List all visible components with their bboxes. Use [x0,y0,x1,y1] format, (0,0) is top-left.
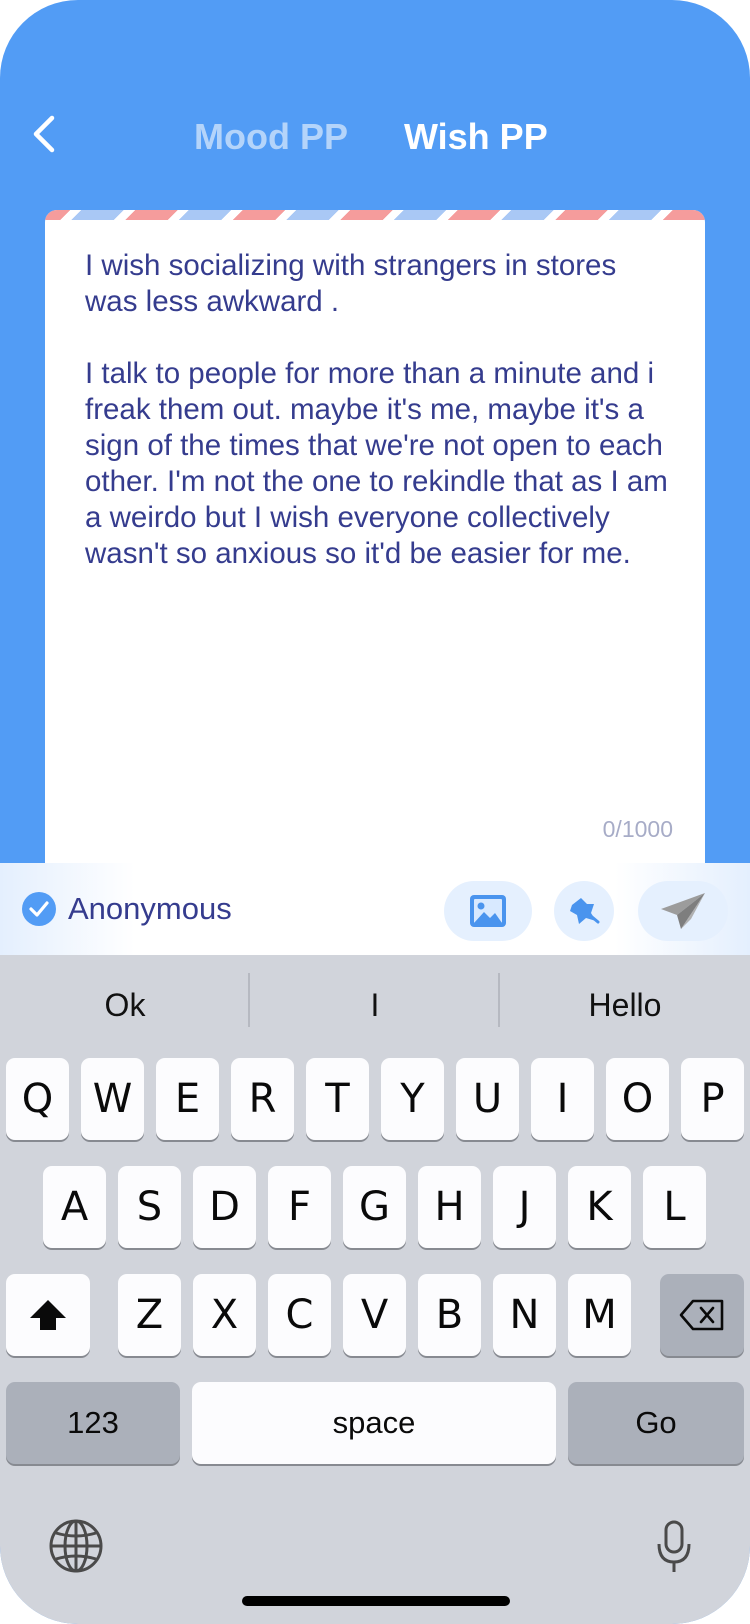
backspace-icon [679,1299,724,1331]
check-icon [22,892,56,926]
wish-card: I wish socializing with strangers in sto… [45,210,705,870]
key-m[interactable]: M [568,1274,631,1356]
key-q[interactable]: Q [6,1058,69,1140]
action-bar: Anonymous [0,863,750,955]
key-l[interactable]: L [643,1166,706,1248]
airmail-border [45,210,705,220]
space-key[interactable]: space [192,1382,556,1464]
tab-mood-pp[interactable]: Mood PP [194,112,348,162]
prediction-hello[interactable]: Hello [500,977,750,1033]
key-c[interactable]: C [268,1274,331,1356]
home-indicator[interactable] [242,1596,510,1606]
predictive-bar: Ok I Hello [0,955,750,1055]
key-s[interactable]: S [118,1166,181,1248]
tab-wish-pp[interactable]: Wish PP [404,112,548,162]
prediction-i[interactable]: I [250,977,500,1033]
tab-bar: Mood PP Wish PP [0,112,750,162]
numbers-key[interactable]: 123 [6,1382,180,1464]
key-e[interactable]: E [156,1058,219,1140]
key-w[interactable]: W [81,1058,144,1140]
key-h[interactable]: H [418,1166,481,1248]
app-screen: Mood PP Wish PP I wish socializing with … [0,0,750,1624]
go-key[interactable]: Go [568,1382,744,1464]
key-x[interactable]: X [193,1274,256,1356]
globe-key[interactable] [48,1518,104,1579]
key-j[interactable]: J [493,1166,556,1248]
keyboard: Ok I Hello Q W E R T Y U I O P A S D F G… [0,955,750,1624]
delete-key[interactable] [660,1274,744,1356]
send-button[interactable] [638,881,728,941]
wish-text-area[interactable]: I wish socializing with strangers in sto… [85,248,675,572]
key-n[interactable]: N [493,1274,556,1356]
key-v[interactable]: V [343,1274,406,1356]
key-a[interactable]: A [43,1166,106,1248]
sticker-icon [570,898,600,924]
key-y[interactable]: Y [381,1058,444,1140]
microphone-icon [657,1520,691,1572]
key-u[interactable]: U [456,1058,519,1140]
key-g[interactable]: G [343,1166,406,1248]
key-z[interactable]: Z [118,1274,181,1356]
shift-icon [30,1300,66,1330]
anonymous-label: Anonymous [68,891,232,926]
key-r[interactable]: R [231,1058,294,1140]
key-t[interactable]: T [306,1058,369,1140]
globe-icon [49,1519,103,1573]
shift-key[interactable] [6,1274,90,1356]
key-p[interactable]: P [681,1058,744,1140]
image-icon [470,895,506,927]
add-image-button[interactable] [444,881,532,941]
dictation-key[interactable] [656,1520,692,1579]
key-o[interactable]: O [606,1058,669,1140]
key-d[interactable]: D [193,1166,256,1248]
sticker-button[interactable] [554,881,614,941]
anonymous-toggle[interactable]: Anonymous [22,887,232,931]
key-k[interactable]: K [568,1166,631,1248]
prediction-ok[interactable]: Ok [0,977,250,1033]
character-counter: 0/1000 [602,816,673,842]
key-b[interactable]: B [418,1274,481,1356]
send-icon [661,893,705,929]
key-i[interactable]: I [531,1058,594,1140]
key-f[interactable]: F [268,1166,331,1248]
